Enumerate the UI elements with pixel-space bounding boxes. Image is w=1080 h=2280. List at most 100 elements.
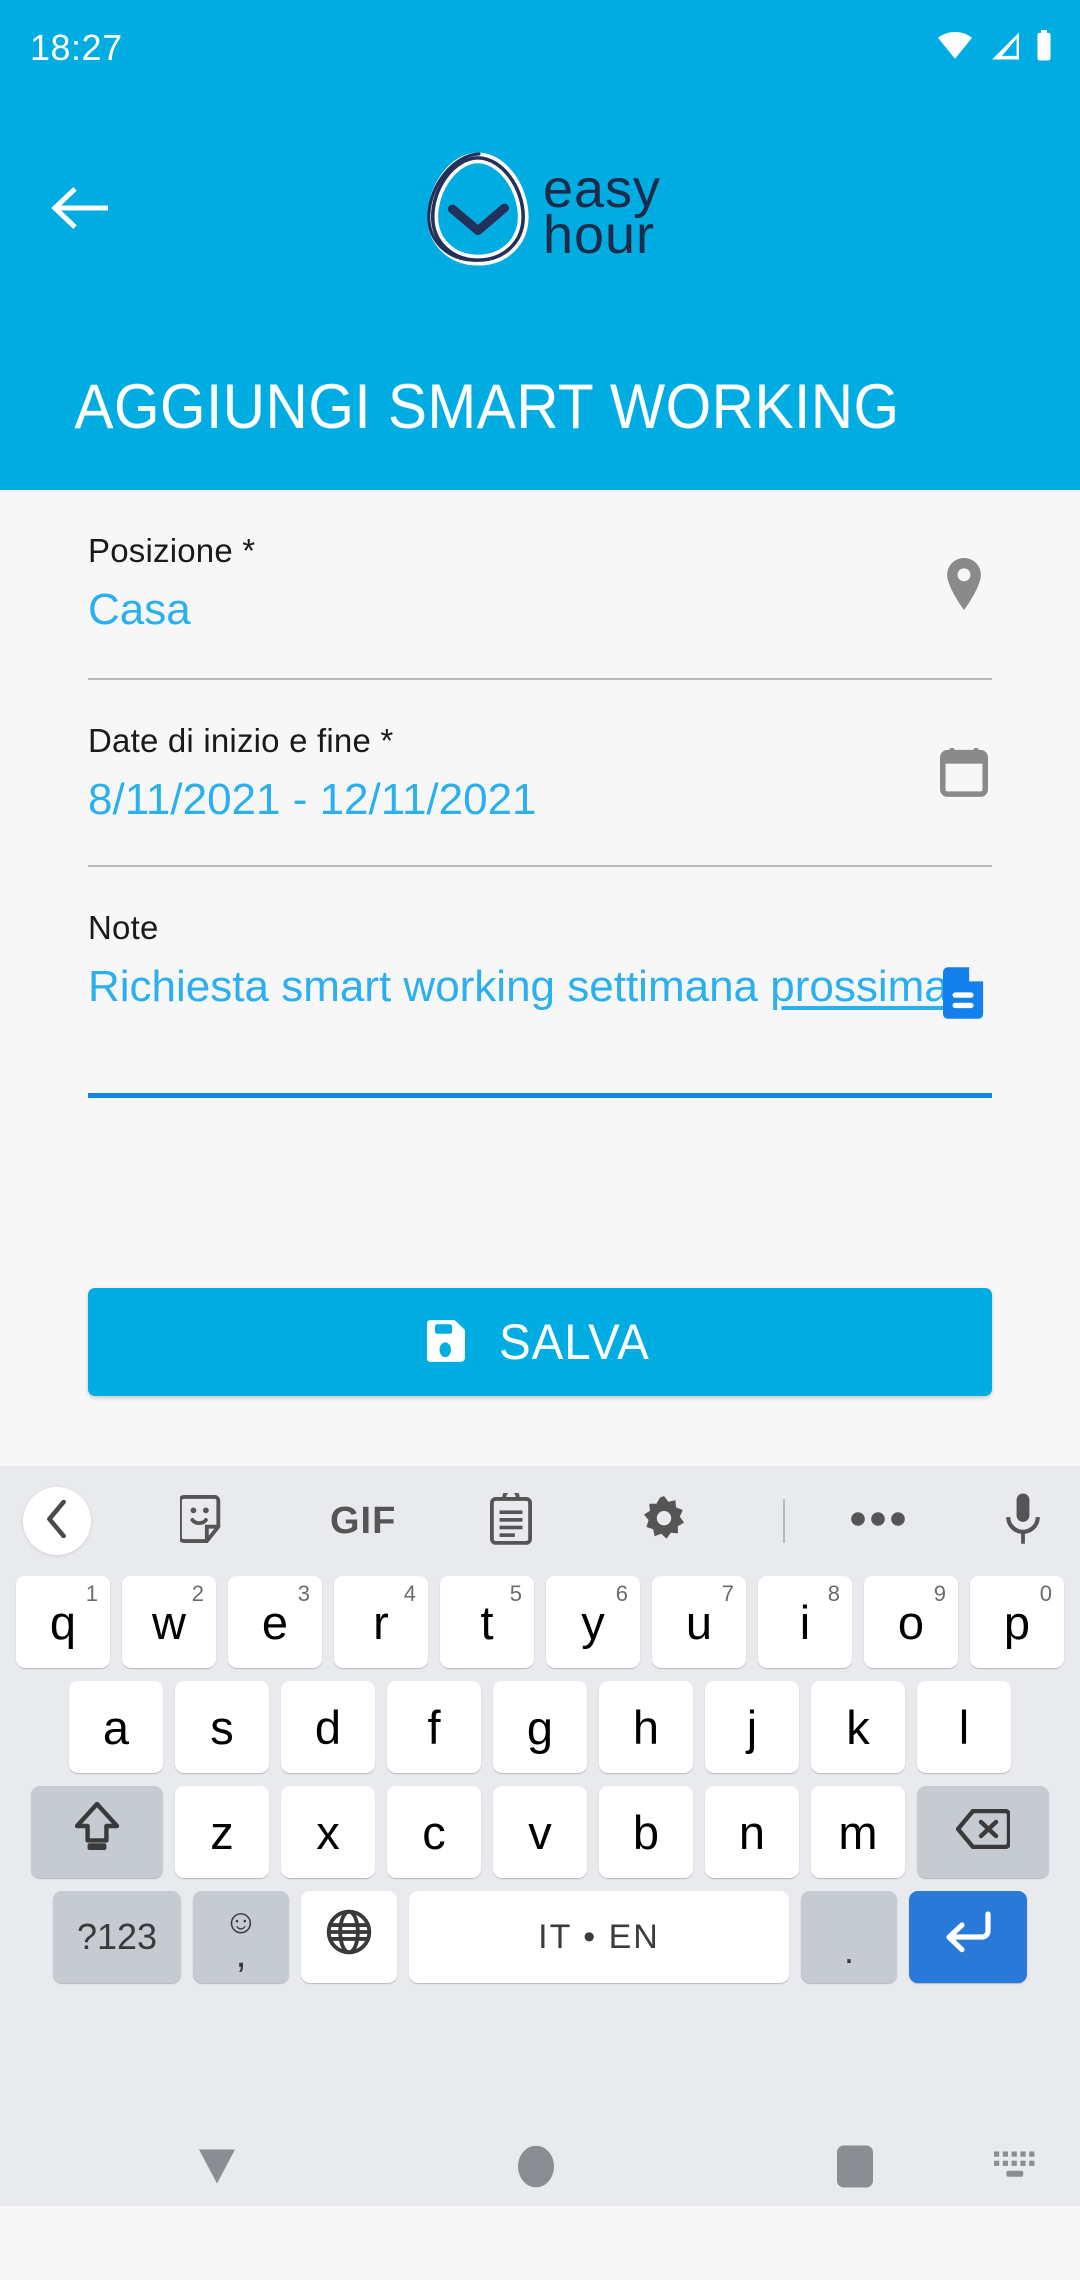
- nav-back-button[interactable]: [196, 2147, 238, 2192]
- key-o[interactable]: 9o: [864, 1576, 958, 1668]
- clipboard-button[interactable]: [490, 1487, 532, 1550]
- key-label: e: [261, 1595, 289, 1649]
- key-v[interactable]: v: [493, 1786, 587, 1878]
- system-navigation-bar: [0, 2132, 1080, 2206]
- key-q[interactable]: 1q: [16, 1576, 110, 1668]
- period-label: .: [843, 1930, 854, 1971]
- key-p[interactable]: 0p: [970, 1576, 1064, 1668]
- comma-label: ,: [235, 1932, 247, 1976]
- emoji-comma-glyph: ☺ ,: [193, 1891, 289, 1983]
- keyboard-row-1: 1q 2w 3e 4r 5t 6y 7u 8i 9o 0p: [6, 1576, 1074, 1668]
- calendar-icon[interactable]: [936, 742, 992, 802]
- key-hint: 9: [933, 1581, 946, 1606]
- key-y[interactable]: 6y: [546, 1576, 640, 1668]
- field-note-value[interactable]: Richiesta smart working settimana prossi…: [88, 959, 992, 1015]
- gif-button[interactable]: GIF: [330, 1500, 396, 1543]
- back-button[interactable]: [47, 178, 111, 242]
- key-l[interactable]: l: [917, 1681, 1011, 1773]
- key-hint: 4: [403, 1581, 416, 1606]
- logo-word-line2: hour: [542, 205, 656, 265]
- more-options-button[interactable]: [850, 1510, 906, 1533]
- key-hint: 5: [509, 1581, 522, 1606]
- clipboard-icon: [490, 1487, 532, 1550]
- keyboard-toggle-button[interactable]: [992, 2150, 1040, 2189]
- key-m[interactable]: m: [811, 1786, 905, 1878]
- key-label: n: [738, 1805, 766, 1859]
- emoji-comma-key[interactable]: ☺ ,: [193, 1891, 289, 1983]
- key-label: i: [799, 1595, 811, 1649]
- key-label: y: [581, 1595, 605, 1649]
- field-posizione-label: Posizione *: [88, 532, 256, 569]
- key-label: t: [480, 1595, 494, 1649]
- key-label: r: [373, 1595, 389, 1649]
- space-key[interactable]: IT • EN: [409, 1891, 789, 1983]
- key-j[interactable]: j: [705, 1681, 799, 1773]
- key-e[interactable]: 3e: [228, 1576, 322, 1668]
- field-note-text-composing: prossima: [770, 961, 949, 1011]
- key-label: l: [958, 1700, 970, 1754]
- key-label: c: [422, 1805, 446, 1859]
- sticker-button[interactable]: [178, 1494, 226, 1549]
- wifi-icon: [936, 31, 974, 66]
- page-title-band: AGGIUNGI SMART WORKING: [0, 324, 1080, 490]
- key-label: m: [838, 1805, 878, 1859]
- key-hint: 6: [615, 1581, 628, 1606]
- key-k[interactable]: k: [811, 1681, 905, 1773]
- keyboard-toggle-icon: [992, 2151, 1040, 2188]
- key-hint: 0: [1039, 1581, 1052, 1606]
- voice-input-button[interactable]: [1006, 1493, 1040, 1550]
- enter-key[interactable]: [909, 1891, 1027, 1983]
- key-label: x: [316, 1805, 340, 1859]
- period-key[interactable]: .: [801, 1891, 897, 1983]
- back-chevron-icon: [45, 1499, 69, 1543]
- key-label: u: [685, 1595, 713, 1649]
- save-button[interactable]: SALVA: [88, 1288, 992, 1396]
- nav-home-button[interactable]: [516, 2145, 556, 2194]
- field-date-inizio-fine[interactable]: Date di inizio e fine * 8/11/2021 - 12/1…: [88, 680, 992, 867]
- field-note[interactable]: Note Richiesta smart working settimana p…: [88, 867, 992, 1098]
- language-switch-key[interactable]: [301, 1891, 397, 1983]
- app-bar: easy hour: [0, 96, 1080, 324]
- keyboard-row-3: z x c v b n m: [6, 1786, 1074, 1878]
- keyboard-back-button[interactable]: [23, 1487, 91, 1555]
- document-icon[interactable]: [936, 963, 992, 1023]
- key-t[interactable]: 5t: [440, 1576, 534, 1668]
- nav-recents-button[interactable]: [836, 2145, 874, 2194]
- field-note-label: Note: [88, 908, 159, 946]
- language-globe-icon: [326, 1909, 372, 1966]
- key-h[interactable]: h: [599, 1681, 693, 1773]
- field-posizione[interactable]: Posizione * Casa: [88, 490, 992, 681]
- shift-key[interactable]: [31, 1786, 163, 1878]
- key-i[interactable]: 8i: [758, 1576, 852, 1668]
- key-a[interactable]: a: [69, 1681, 163, 1773]
- key-d[interactable]: d: [281, 1681, 375, 1773]
- key-x[interactable]: x: [281, 1786, 375, 1878]
- key-n[interactable]: n: [705, 1786, 799, 1878]
- key-r[interactable]: 4r: [334, 1576, 428, 1668]
- key-label: j: [746, 1700, 758, 1754]
- key-label: h: [632, 1700, 660, 1754]
- location-pin-icon[interactable]: [936, 554, 992, 614]
- key-hint: 1: [85, 1581, 98, 1606]
- key-s[interactable]: s: [175, 1681, 269, 1773]
- key-f[interactable]: f: [387, 1681, 481, 1773]
- keyboard-settings-button[interactable]: [640, 1495, 688, 1548]
- key-g[interactable]: g: [493, 1681, 587, 1773]
- key-label: k: [846, 1700, 870, 1754]
- key-u[interactable]: 7u: [652, 1576, 746, 1668]
- backspace-key[interactable]: [917, 1786, 1049, 1878]
- app-screen: 18:27 easy hour AGGIUNGI SMART WORKING P…: [0, 0, 1080, 2280]
- key-w[interactable]: 2w: [122, 1576, 216, 1668]
- key-label: o: [897, 1595, 925, 1649]
- key-label: b: [632, 1805, 660, 1859]
- key-c[interactable]: c: [387, 1786, 481, 1878]
- field-note-text-plain: Richiesta smart working settimana: [88, 961, 771, 1011]
- key-b[interactable]: b: [599, 1786, 693, 1878]
- status-bar-clock: 18:27: [30, 27, 123, 68]
- cellular-signal-icon: [987, 31, 1021, 66]
- page-title: AGGIUNGI SMART WORKING: [74, 372, 900, 442]
- key-z[interactable]: z: [175, 1786, 269, 1878]
- symbols-key[interactable]: ?123: [53, 1891, 181, 1983]
- microphone-icon: [1006, 1493, 1040, 1550]
- nav-back-down-icon: [196, 2149, 238, 2191]
